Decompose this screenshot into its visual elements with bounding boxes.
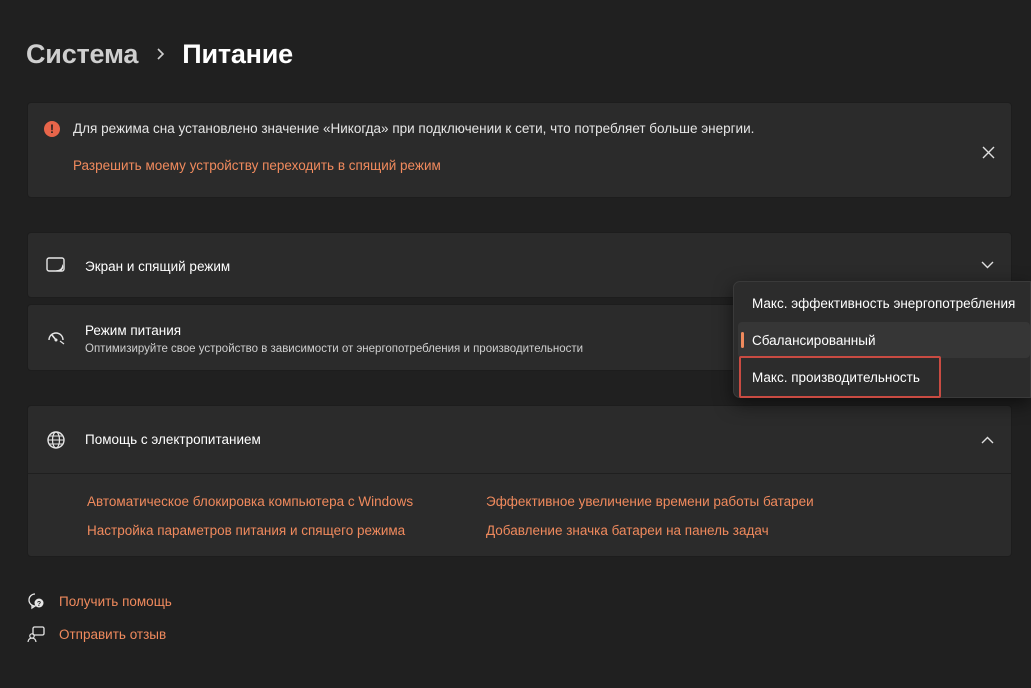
- power-help-section: Помощь с электропитанием Автоматическое …: [27, 405, 1012, 557]
- selection-indicator: [741, 332, 744, 348]
- power-mode-icon: [45, 327, 67, 349]
- globe-icon: [45, 429, 67, 451]
- help-link[interactable]: Эффективное увеличение времени работы ба…: [486, 494, 814, 509]
- get-help-label: Получить помощь: [59, 593, 172, 609]
- power-mode-option-label: Сбалансированный: [752, 332, 876, 348]
- allow-sleep-link[interactable]: Разрешить моему устройству переходить в …: [73, 158, 441, 173]
- help-link[interactable]: Добавление значка батареи на панель зада…: [486, 523, 769, 538]
- page-title: Питание: [182, 38, 294, 69]
- power-mode-title: Режим питания: [85, 323, 182, 338]
- power-help-header[interactable]: Помощь с электропитанием: [28, 406, 1011, 473]
- screen-sleep-icon: [45, 254, 67, 276]
- feedback-icon: [26, 624, 46, 644]
- help-chat-icon: ?: [26, 591, 46, 611]
- chevron-up-icon[interactable]: [977, 430, 997, 450]
- alert-circle-icon: !: [44, 121, 60, 137]
- highlight-box: [739, 356, 941, 398]
- help-link[interactable]: Автоматическое блокировка компьютера с W…: [87, 494, 413, 509]
- warning-message: Для режима сна установлено значение «Ник…: [73, 121, 755, 136]
- power-mode-option-selected[interactable]: Сбалансированный: [738, 322, 1030, 358]
- send-feedback-label: Отправить отзыв: [59, 626, 167, 642]
- get-help-link[interactable]: ? Получить помощь: [26, 590, 172, 612]
- svg-text:?: ?: [37, 601, 41, 608]
- power-help-title: Помощь с электропитанием: [85, 432, 261, 447]
- breadcrumb-parent[interactable]: Система: [26, 39, 138, 70]
- chevron-down-icon[interactable]: [977, 255, 997, 275]
- help-divider: [28, 473, 1011, 474]
- chevron-right-icon: [138, 47, 182, 61]
- send-feedback-link[interactable]: Отправить отзыв: [26, 623, 166, 645]
- close-icon[interactable]: [977, 141, 999, 163]
- power-mode-dropdown[interactable]: Макс. эффективность энергопотребления Сб…: [733, 281, 1031, 398]
- screen-sleep-title: Экран и спящий режим: [85, 259, 231, 274]
- power-mode-subtitle: Оптимизируйте свое устройство в зависимо…: [85, 343, 584, 355]
- power-mode-option[interactable]: Макс. эффективность энергопотребления: [738, 285, 1030, 321]
- breadcrumb: Система Питание: [26, 34, 293, 74]
- help-link[interactable]: Настройка параметров питания и спящего р…: [87, 523, 405, 538]
- sleep-warning-banner: ! Для режима сна установлено значение «Н…: [27, 102, 1012, 198]
